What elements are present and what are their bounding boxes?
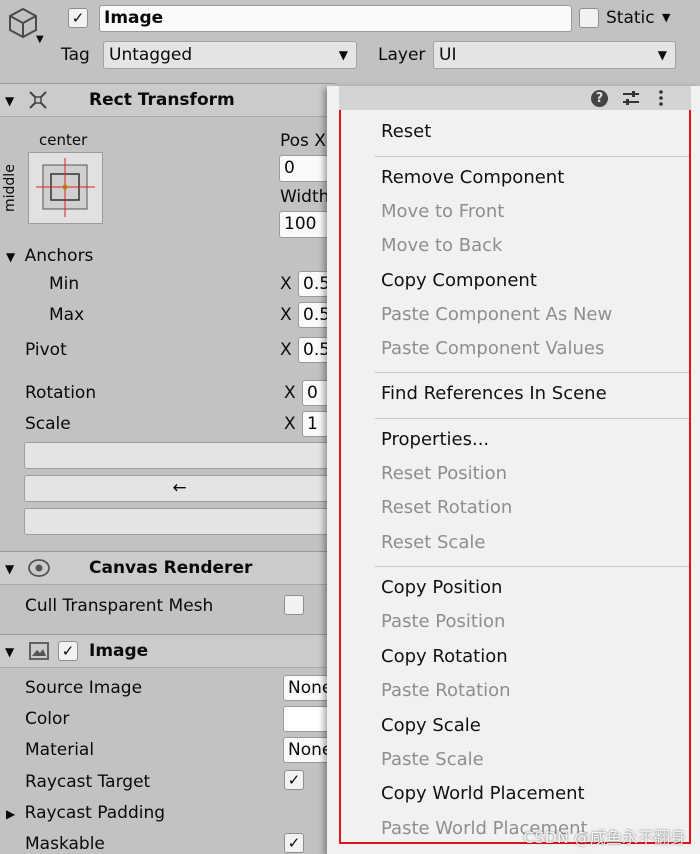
raw-edit-button[interactable]: ← [24, 475, 335, 502]
source-image-label: Source Image [25, 678, 143, 698]
menu-separator [375, 566, 690, 567]
canvas-renderer-header[interactable]: ▼ Canvas Renderer [0, 551, 335, 585]
raycast-target-toggle[interactable]: ✓ [284, 770, 304, 790]
maskable-toggle[interactable]: ✓ [284, 833, 304, 853]
collapse-triangle-icon[interactable]: ▼ [5, 94, 14, 108]
anchors-label: Anchors [24, 246, 94, 266]
image-icon [28, 641, 50, 661]
gameobject-icon[interactable] [6, 6, 40, 40]
anchor-min-label: Min [49, 274, 80, 294]
anchor-preset-vertical-label: middle [2, 164, 18, 212]
anchor-max-x-label: X [280, 305, 292, 325]
menu-item-move-to-front[interactable]: Move to Front [381, 201, 504, 222]
menu-item-paste-component-as-new[interactable]: Paste Component As New [381, 304, 612, 325]
menu-item-paste-rotation[interactable]: Paste Rotation [381, 680, 511, 701]
gameobject-icon-dropdown-arrow[interactable]: ▼ [36, 34, 44, 45]
blueprint-mode-button[interactable] [24, 442, 335, 469]
layer-dropdown[interactable]: UI ▼ [433, 41, 676, 69]
collapse-triangle-icon[interactable]: ▼ [5, 645, 14, 659]
cull-transparent-mesh-toggle[interactable] [284, 595, 304, 615]
color-label: Color [25, 709, 70, 729]
pivot-x-label: X [280, 340, 292, 360]
scale-x-label: X [284, 414, 296, 434]
tag-value: Untagged [109, 45, 193, 65]
tag-label: Tag [61, 45, 90, 65]
chevron-down-icon: ▼ [657, 48, 667, 62]
menu-separator [375, 372, 690, 373]
chevron-down-icon: ▼ [338, 48, 348, 62]
rect-transform-header[interactable]: ▼ Rect Transform [0, 83, 335, 117]
anchor-preset-button[interactable] [28, 152, 103, 224]
scale-label: Scale [25, 414, 71, 434]
menu-item-paste-position[interactable]: Paste Position [381, 611, 505, 632]
anchor-preset-horizontal-label: center [39, 131, 88, 149]
rotation-label: Rotation [25, 383, 97, 403]
object-name-input[interactable]: Image [99, 5, 572, 32]
menu-item-reset-position[interactable]: Reset Position [381, 463, 507, 484]
collapse-triangle-icon[interactable]: ▼ [5, 562, 14, 576]
layer-value: UI [439, 45, 457, 65]
menu-item-copy-world-placement[interactable]: Copy World Placement [381, 783, 585, 804]
preset-sliders-icon[interactable] [621, 88, 641, 108]
cull-transparent-mesh-label: Cull Transparent Mesh [25, 596, 214, 616]
active-toggle[interactable]: ✓ [68, 8, 88, 28]
image-enabled-toggle[interactable]: ✓ [58, 641, 78, 661]
menu-item-copy-rotation[interactable]: Copy Rotation [381, 646, 508, 667]
menu-item-copy-component[interactable]: Copy Component [381, 270, 537, 291]
menu-item-find-references[interactable]: Find References In Scene [381, 383, 607, 404]
menu-item-properties[interactable]: Properties... [381, 429, 489, 450]
extra-button[interactable] [24, 508, 335, 535]
menu-item-move-to-back[interactable]: Move to Back [381, 235, 502, 256]
anchor-min-x-label: X [280, 274, 292, 294]
image-component-header[interactable]: ▼ ✓ Image [0, 634, 335, 668]
rect-transform-title: Rect Transform [89, 90, 235, 110]
rotation-x-label: X [284, 383, 296, 403]
anchors-foldout[interactable]: ▼ Anchors [6, 246, 93, 266]
anchor-max-label: Max [49, 305, 85, 325]
menu-item-remove-component[interactable]: Remove Component [381, 167, 564, 188]
raycast-padding-foldout[interactable]: ▶ Raycast Padding [6, 803, 165, 823]
eye-icon [27, 557, 51, 579]
watermark: CSDN @咸鱼永不翻身 [523, 828, 686, 847]
menu-separator [375, 156, 690, 157]
menu-separator [375, 418, 690, 419]
canvas-renderer-title: Canvas Renderer [89, 558, 253, 578]
menu-item-reset-scale[interactable]: Reset Scale [381, 532, 485, 553]
rect-transform-icon [28, 90, 48, 110]
width-label: Width [280, 187, 330, 207]
static-dropdown-arrow[interactable]: ▼ [662, 11, 670, 24]
menu-item-paste-scale[interactable]: Paste Scale [381, 749, 484, 770]
layer-label: Layer [378, 45, 426, 65]
menu-item-copy-scale[interactable]: Copy Scale [381, 715, 481, 736]
static-label[interactable]: Static [606, 8, 655, 28]
menu-item-reset[interactable]: Reset [381, 121, 431, 142]
more-options-icon[interactable] [655, 88, 667, 108]
maskable-label: Maskable [25, 834, 105, 854]
pivot-label: Pivot [25, 340, 67, 360]
menu-item-reset-rotation[interactable]: Reset Rotation [381, 497, 512, 518]
image-component-title: Image [89, 641, 149, 661]
raycast-target-label: Raycast Target [25, 772, 151, 792]
menu-item-copy-position[interactable]: Copy Position [381, 577, 502, 598]
foldout-triangle-icon: ▼ [6, 250, 16, 264]
raycast-padding-label: Raycast Padding [24, 803, 166, 823]
foldout-triangle-icon: ▶ [6, 807, 16, 821]
tag-dropdown[interactable]: Untagged ▼ [103, 41, 357, 69]
static-toggle[interactable] [579, 8, 599, 28]
menu-item-paste-component-values[interactable]: Paste Component Values [381, 338, 604, 359]
help-icon[interactable]: ? [591, 90, 608, 107]
pos-x-label: Pos X [280, 131, 326, 151]
material-label: Material [25, 740, 95, 760]
